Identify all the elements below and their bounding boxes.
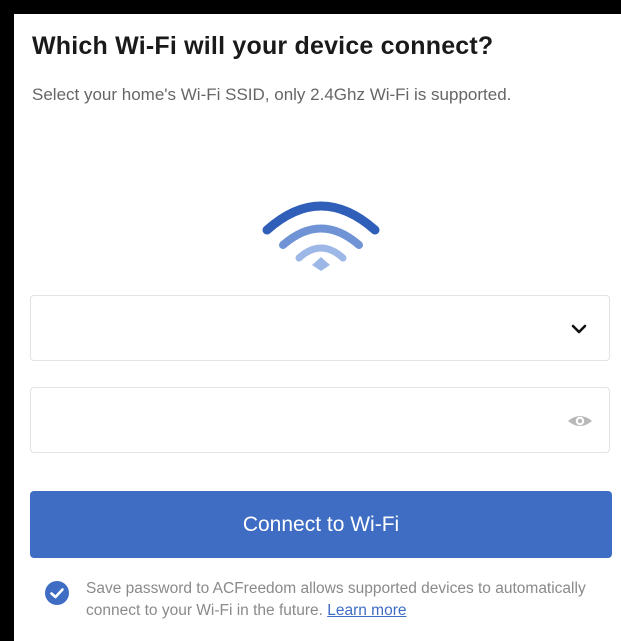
page-subtitle: Select your home's Wi-Fi SSID, only 2.4G… [32, 85, 512, 104]
save-password-text: Save password to ACFreedom allows suppor… [86, 578, 606, 622]
page-title: Which Wi-Fi will your device connect? [32, 32, 494, 60]
wifi-setup-screen: Which Wi-Fi will your device connect? Se… [14, 14, 621, 641]
wifi-icon [261, 190, 381, 272]
chevron-down-icon[interactable] [567, 317, 591, 341]
learn-more-link[interactable]: Learn more [327, 602, 406, 619]
check-circle-icon[interactable] [44, 580, 70, 606]
connect-button[interactable]: Connect to Wi-Fi [30, 491, 612, 558]
ssid-select[interactable] [30, 295, 610, 361]
password-field[interactable] [30, 387, 610, 453]
eye-icon[interactable] [567, 409, 592, 433]
